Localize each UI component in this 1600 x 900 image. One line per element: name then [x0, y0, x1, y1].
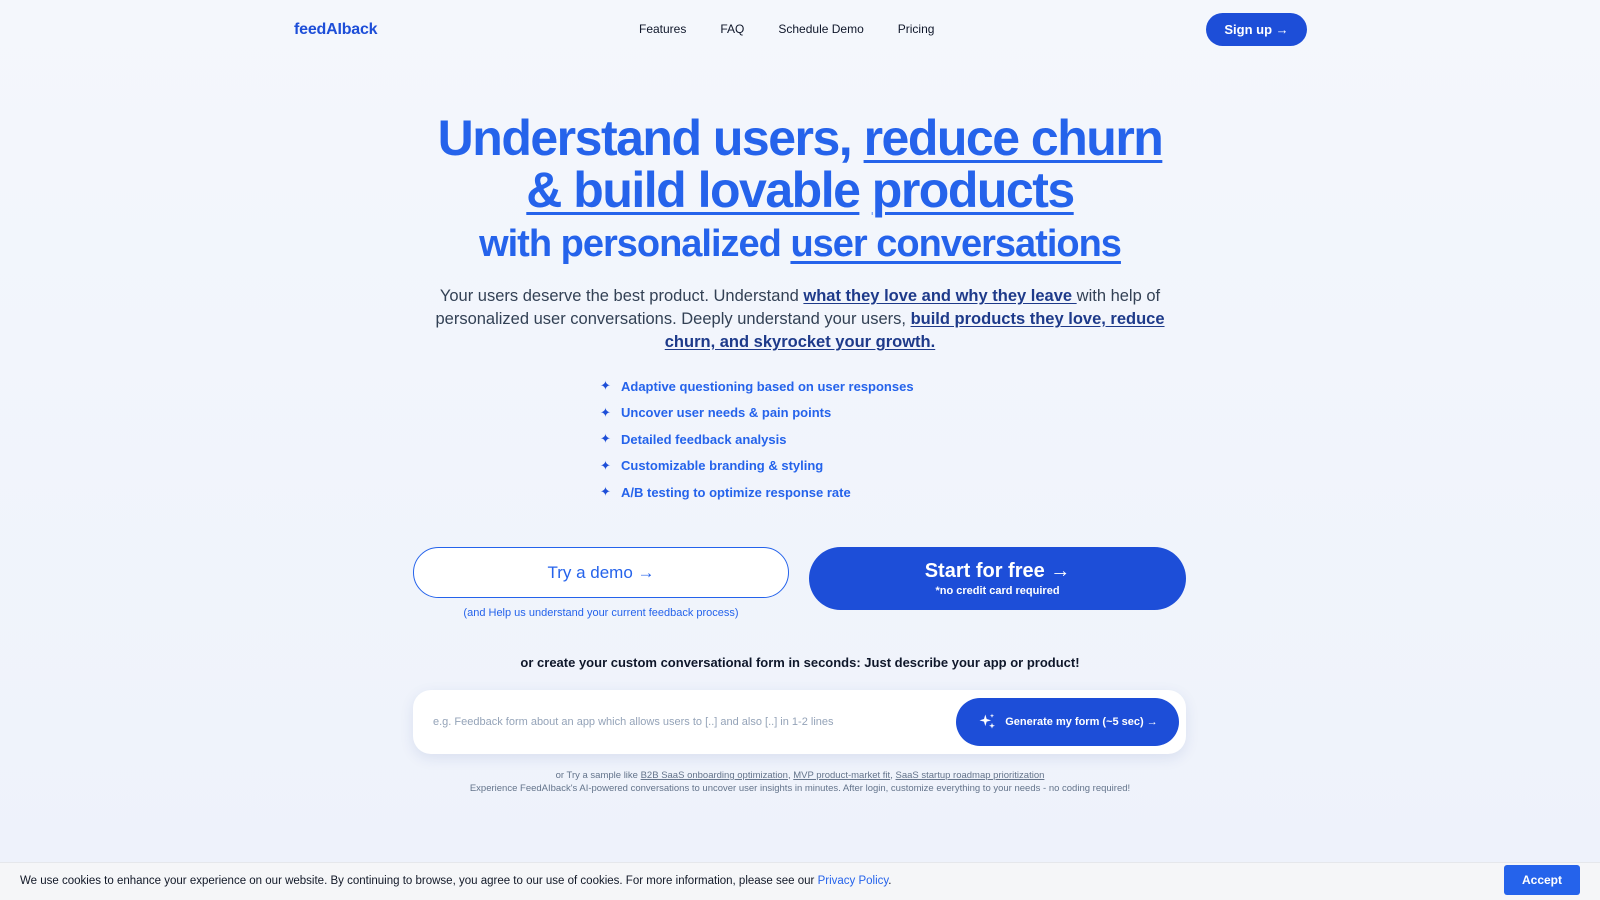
feature-item: ✦ A/B testing to optimize response rate	[600, 479, 914, 506]
hero-line-3-plain: with personalized	[479, 223, 791, 265]
cookie-text: We use cookies to enhance your experienc…	[20, 875, 818, 887]
accept-cookies-button[interactable]: Accept	[1504, 865, 1580, 895]
cookie-period: .	[888, 875, 892, 887]
feature-item: ✦ Uncover user needs & pain points	[600, 400, 914, 427]
try-demo-button[interactable]: Try a demo →	[413, 547, 789, 598]
nav-link-pricing[interactable]: Pricing	[898, 22, 935, 36]
feature-label: A/B testing to optimize response rate	[621, 484, 851, 500]
no-credit-card-note: *no credit card required	[935, 585, 1060, 597]
sample-link-b2b-saas[interactable]: B2B SaaS onboarding optimization	[641, 770, 788, 781]
feature-label: Customizable branding & styling	[621, 458, 824, 474]
hero-line-1: Understand users, reduce churn	[0, 112, 1600, 164]
feature-label: Uncover user needs & pain points	[621, 405, 832, 421]
hero-line-2-underlined-b: products	[871, 162, 1075, 218]
nav-link-features[interactable]: Features	[639, 22, 686, 36]
sample-link-mvp[interactable]: MVP product-market fit	[793, 770, 890, 781]
sample-note: Experience FeedAIback's AI-powered conve…	[469, 783, 1131, 794]
sparkle-icon: ✦	[600, 378, 611, 394]
sample-section: or Try a sample like B2B SaaS onboarding…	[0, 769, 1600, 795]
generate-form-button[interactable]: Generate my form (~5 sec) →	[956, 698, 1179, 746]
sample-links-line: or Try a sample like B2B SaaS onboarding…	[0, 769, 1600, 782]
sample-prefix: or Try a sample like	[555, 770, 641, 781]
subtitle-bold-1: what they love and why they leave	[803, 287, 1077, 305]
hero-subtitle: Your users deserve the best product. Und…	[420, 285, 1180, 354]
hero-heading: Understand users, reduce churn & build l…	[0, 112, 1600, 270]
nav-link-faq[interactable]: FAQ	[720, 22, 744, 36]
cookie-message: We use cookies to enhance your experienc…	[20, 875, 892, 887]
sparkle-icon: ✦	[600, 484, 611, 500]
nav-links: Features FAQ Schedule Demo Pricing	[639, 22, 934, 36]
start-free-label: Start for free →	[924, 560, 1071, 582]
sparkles-icon	[979, 713, 996, 729]
feature-item: ✦ Customizable branding & styling	[600, 453, 914, 480]
hero-line-2-underlined-a: & build lovable	[526, 162, 861, 218]
generator-heading: or create your custom conversational for…	[520, 655, 1080, 670]
feature-label: Adaptive questioning based on user respo…	[621, 378, 914, 394]
hero-line-3-underlined: user conversations	[790, 223, 1121, 265]
hero-line-1-underlined: reduce churn	[863, 110, 1164, 166]
sample-link-roadmap[interactable]: SaaS startup roadmap prioritization	[895, 770, 1044, 781]
demo-note: (and Help us understand your current fee…	[463, 607, 739, 619]
start-free-button[interactable]: Start for free → *no credit card require…	[809, 547, 1186, 610]
feature-list: ✦ Adaptive questioning based on user resp…	[600, 373, 914, 506]
subtitle-part-1: Your users deserve the best product. Und…	[439, 287, 804, 305]
generate-form-label: Generate my form (~5 sec) →	[1005, 716, 1158, 728]
feature-label: Detailed feedback analysis	[621, 431, 787, 447]
brand-logo[interactable]: feedAIback	[294, 21, 378, 39]
signup-button[interactable]: Sign up →	[1206, 13, 1307, 46]
product-description-input[interactable]	[433, 710, 933, 734]
feature-item: ✦ Adaptive questioning based on user resp…	[600, 373, 914, 400]
sparkle-icon: ✦	[600, 457, 611, 473]
cookie-banner: We use cookies to enhance your experienc…	[0, 862, 1600, 900]
feature-item: ✦ Detailed feedback analysis	[600, 426, 914, 453]
hero-line-2: & build lovable products	[0, 164, 1600, 216]
nav-link-schedule-demo[interactable]: Schedule Demo	[778, 22, 863, 36]
generator-box: Generate my form (~5 sec) →	[413, 690, 1186, 754]
sparkle-icon: ✦	[600, 404, 611, 420]
hero-line-1-plain: Understand users,	[437, 110, 864, 166]
hero-line-3: with personalized user conversations	[0, 218, 1600, 270]
sparkle-icon: ✦	[600, 431, 611, 447]
privacy-policy-link[interactable]: Privacy Policy	[818, 875, 889, 887]
top-nav: feedAIback Features FAQ Schedule Demo Pr…	[0, 12, 1600, 48]
